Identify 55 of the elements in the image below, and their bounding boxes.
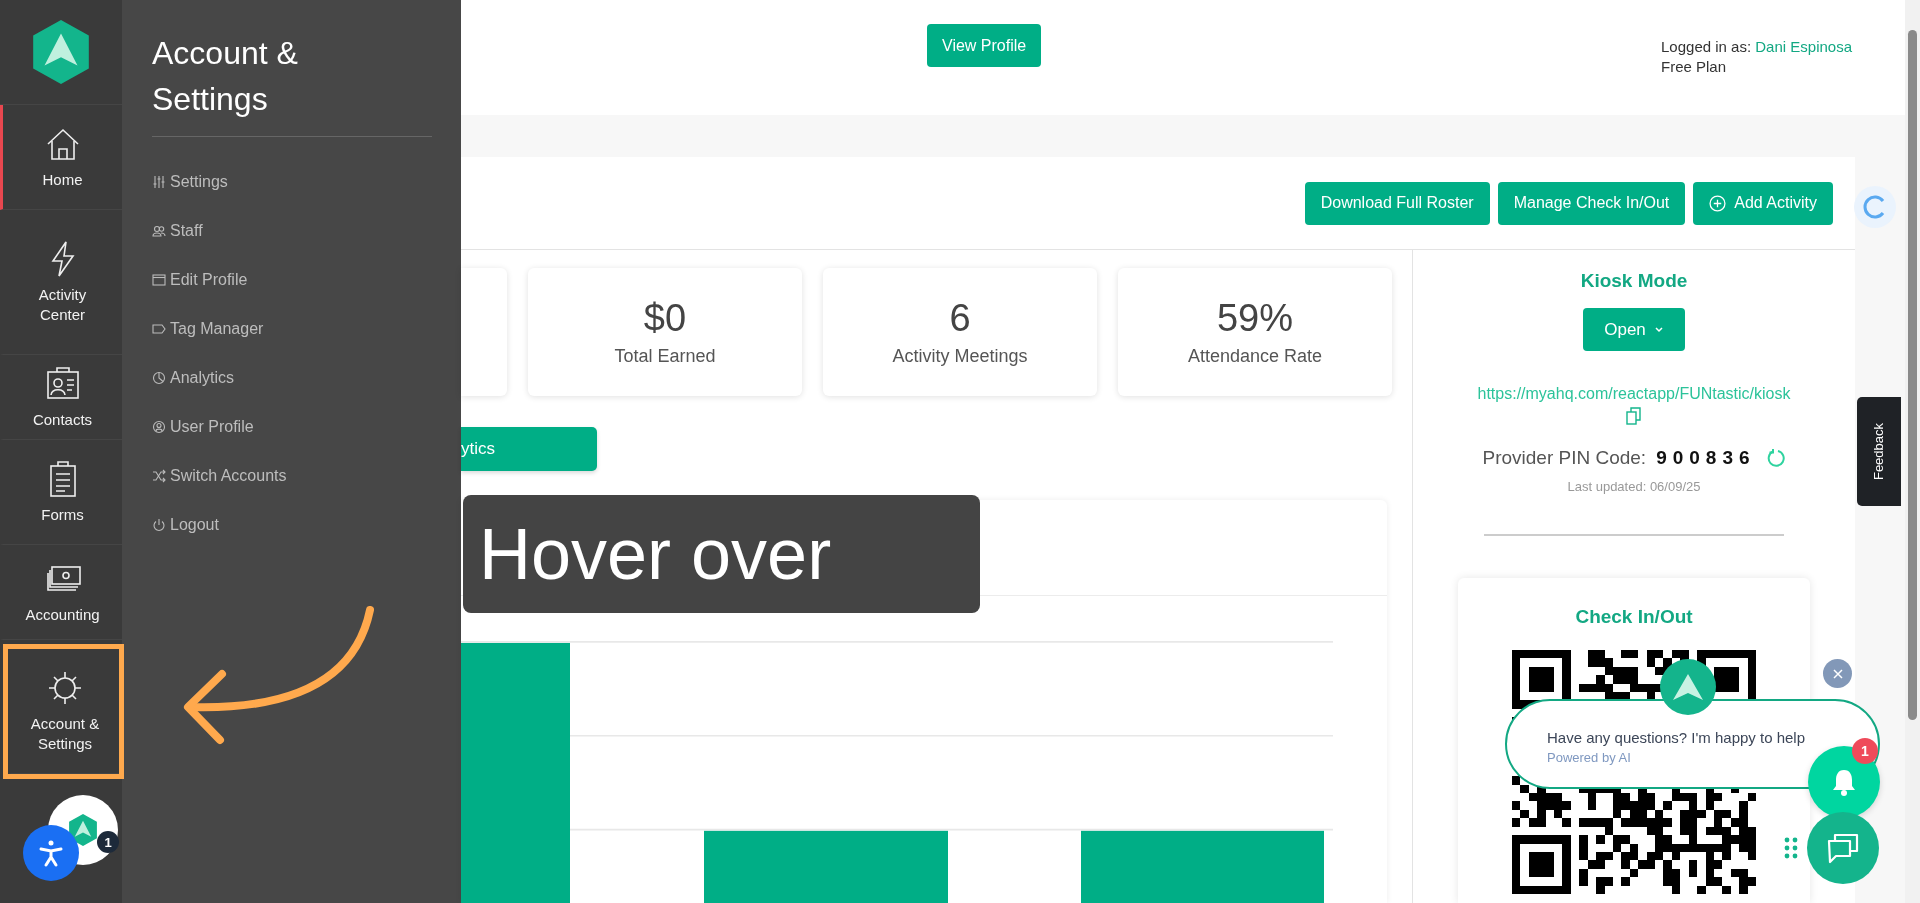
tag-icon: [152, 321, 166, 336]
nav-item[interactable]: Account & Settings: [8, 649, 119, 774]
chat-icon: [1826, 832, 1860, 864]
toolbar-button[interactable]: Add Activity: [1693, 181, 1833, 225]
menu-item[interactable]: Settings: [152, 157, 228, 206]
plan-label: Free Plan: [1661, 57, 1728, 77]
refresh-icon[interactable]: [1765, 448, 1786, 468]
analytics-button[interactable]: ytics: [461, 427, 597, 471]
toolbar-button[interactable]: Download Full Roster: [1304, 181, 1490, 225]
sliders-icon: [152, 174, 166, 189]
menu-item[interactable]: Analytics: [152, 353, 235, 402]
annotation-label: Hover over: [463, 495, 980, 613]
drag-handle-icon[interactable]: [1784, 837, 1798, 859]
menu-item[interactable]: User Profile: [152, 402, 254, 451]
section-title: Kiosk Mode: [1580, 270, 1688, 292]
user-name-link[interactable]: Dani Espinosa: [1755, 38, 1852, 55]
window-icon: [152, 272, 166, 287]
menu-item[interactable]: Staff: [152, 206, 203, 255]
copy-icon[interactable]: [1626, 407, 1642, 425]
close-icon: [1832, 668, 1843, 679]
bell-icon: [1831, 768, 1857, 796]
user-icon: [152, 419, 166, 434]
menu-item[interactable]: Tag Manager: [152, 304, 264, 353]
view-profile-button[interactable]: View Profile: [927, 24, 1042, 67]
shuffle-icon: [152, 468, 166, 483]
people-icon: [152, 223, 166, 238]
section-title: Check In/Out: [1575, 606, 1693, 628]
power-icon: [152, 517, 166, 532]
logo-icon[interactable]: [30, 18, 92, 86]
pin-label: Provider PIN Code:: [1482, 447, 1647, 469]
feedback-tab[interactable]: Feedback: [1857, 397, 1901, 506]
plus-circle-icon: [1709, 194, 1727, 212]
accessibility-button[interactable]: [23, 825, 79, 881]
login-label: Logged in as:: [1661, 38, 1752, 55]
stat-label: Activity Meetings: [892, 346, 1028, 367]
powered-by-text: Powered by AI: [1547, 750, 1631, 765]
stat-value: 6: [949, 297, 971, 340]
stat-value: $0: [643, 297, 687, 340]
stat-value: 59%: [1216, 297, 1294, 340]
stat-label: Total Earned: [614, 346, 716, 367]
pin-code: 900836: [1656, 447, 1756, 469]
pie-icon: [152, 370, 166, 385]
notification-badge: 1: [97, 831, 119, 853]
stat-label: Attendance Rate: [1187, 346, 1323, 367]
last-updated-text: Last updated: 06/09/25: [1567, 479, 1701, 494]
chevron-down-icon: [1653, 325, 1664, 334]
panel-title: Account & Settings: [152, 34, 299, 119]
menu-item[interactable]: Switch Accounts: [152, 451, 287, 500]
logo-icon: [67, 813, 99, 847]
open-dropdown-button[interactable]: Open: [1583, 308, 1685, 351]
menu-item[interactable]: Logout: [152, 500, 219, 549]
chat-message: Have any questions? I'm happy to help: [1547, 729, 1806, 746]
toolbar-button[interactable]: Manage Check In/Out: [1497, 181, 1686, 225]
scrollbar[interactable]: [1905, 0, 1920, 903]
menu-item[interactable]: Edit Profile: [152, 255, 248, 304]
